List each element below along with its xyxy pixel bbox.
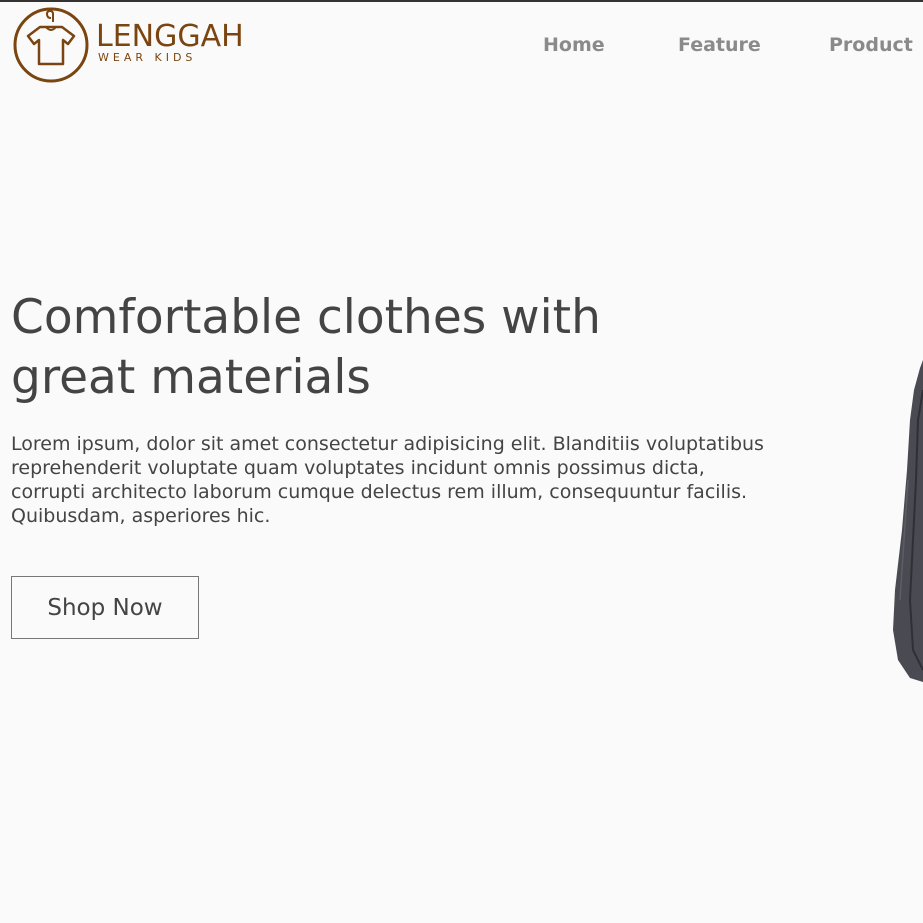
brand-name: LENGGAH	[96, 19, 244, 54]
shop-now-button[interactable]: Shop Now	[11, 576, 199, 639]
nav-feature-link[interactable]: Feature	[678, 34, 761, 56]
hero-headline-line1: Comfortable clothes with	[11, 290, 601, 345]
hero-headline: Comfortable clothes with great materials	[11, 288, 711, 408]
jacket-photo	[893, 360, 923, 682]
shirt-hanger-icon	[13, 7, 89, 83]
brand-logo[interactable]: LENGGAH WEAR KIDS	[12, 6, 262, 86]
nav-home-link[interactable]: Home	[543, 34, 605, 56]
hero-headline-line2: great materials	[11, 350, 371, 405]
hero-description: Lorem ipsum, dolor sit amet consectetur …	[11, 433, 764, 527]
nav-product-link[interactable]: Product	[829, 34, 913, 56]
top-border	[0, 0, 923, 2]
